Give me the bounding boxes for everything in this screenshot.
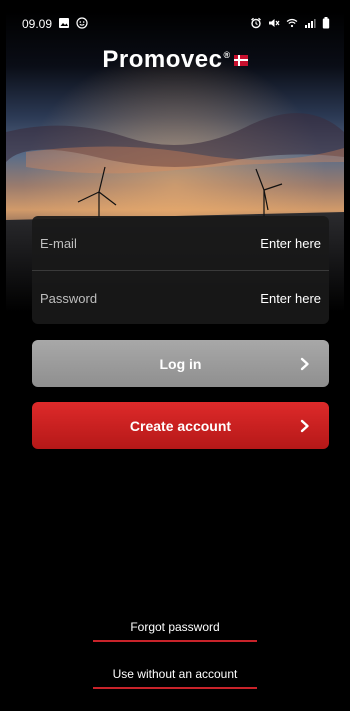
status-time: 09.09 bbox=[22, 17, 53, 31]
login-button[interactable]: Log in bbox=[32, 340, 329, 387]
emoji-icon bbox=[76, 16, 88, 32]
status-bar: 09.09 bbox=[6, 12, 344, 36]
create-account-button-label: Create account bbox=[129, 417, 232, 434]
chevron-right-icon bbox=[295, 416, 315, 436]
password-field[interactable]: Password Enter here bbox=[32, 271, 329, 324]
email-field[interactable]: E-mail Enter here bbox=[32, 216, 329, 270]
app-screen: 09.09 Promovec® E-mail Enter here Passwo… bbox=[6, 12, 344, 711]
login-form: E-mail Enter here Password Enter here bbox=[32, 216, 329, 324]
password-label: Password bbox=[40, 290, 98, 306]
password-input[interactable]: Enter here bbox=[260, 291, 321, 306]
forgot-password-link[interactable]: Forgot password bbox=[6, 620, 344, 642]
image-icon bbox=[58, 17, 70, 32]
battery-icon bbox=[322, 16, 330, 32]
brand-logo: Promovec® bbox=[6, 46, 344, 74]
signal-icon bbox=[304, 17, 316, 32]
wifi-icon bbox=[286, 17, 298, 32]
brand-name: Promovec bbox=[102, 46, 223, 73]
status-left: 09.09 bbox=[22, 16, 88, 32]
forgot-password-label: Forgot password bbox=[130, 620, 220, 634]
forgot-password-underline bbox=[93, 640, 257, 642]
status-right bbox=[250, 16, 330, 32]
use-without-account-link[interactable]: Use without an account bbox=[6, 667, 344, 689]
mute-icon bbox=[268, 17, 280, 32]
login-button-label: Log in bbox=[159, 355, 202, 372]
email-input[interactable]: Enter here bbox=[260, 236, 321, 251]
use-without-account-label: Use without an account bbox=[112, 667, 238, 681]
use-without-account-underline bbox=[93, 687, 257, 689]
alarm-icon bbox=[250, 17, 262, 32]
danish-flag-icon bbox=[233, 55, 248, 67]
email-label: E-mail bbox=[40, 235, 77, 251]
create-account-button[interactable]: Create account bbox=[32, 402, 329, 449]
brand-registered-mark: ® bbox=[223, 50, 231, 60]
chevron-right-icon bbox=[295, 354, 315, 374]
